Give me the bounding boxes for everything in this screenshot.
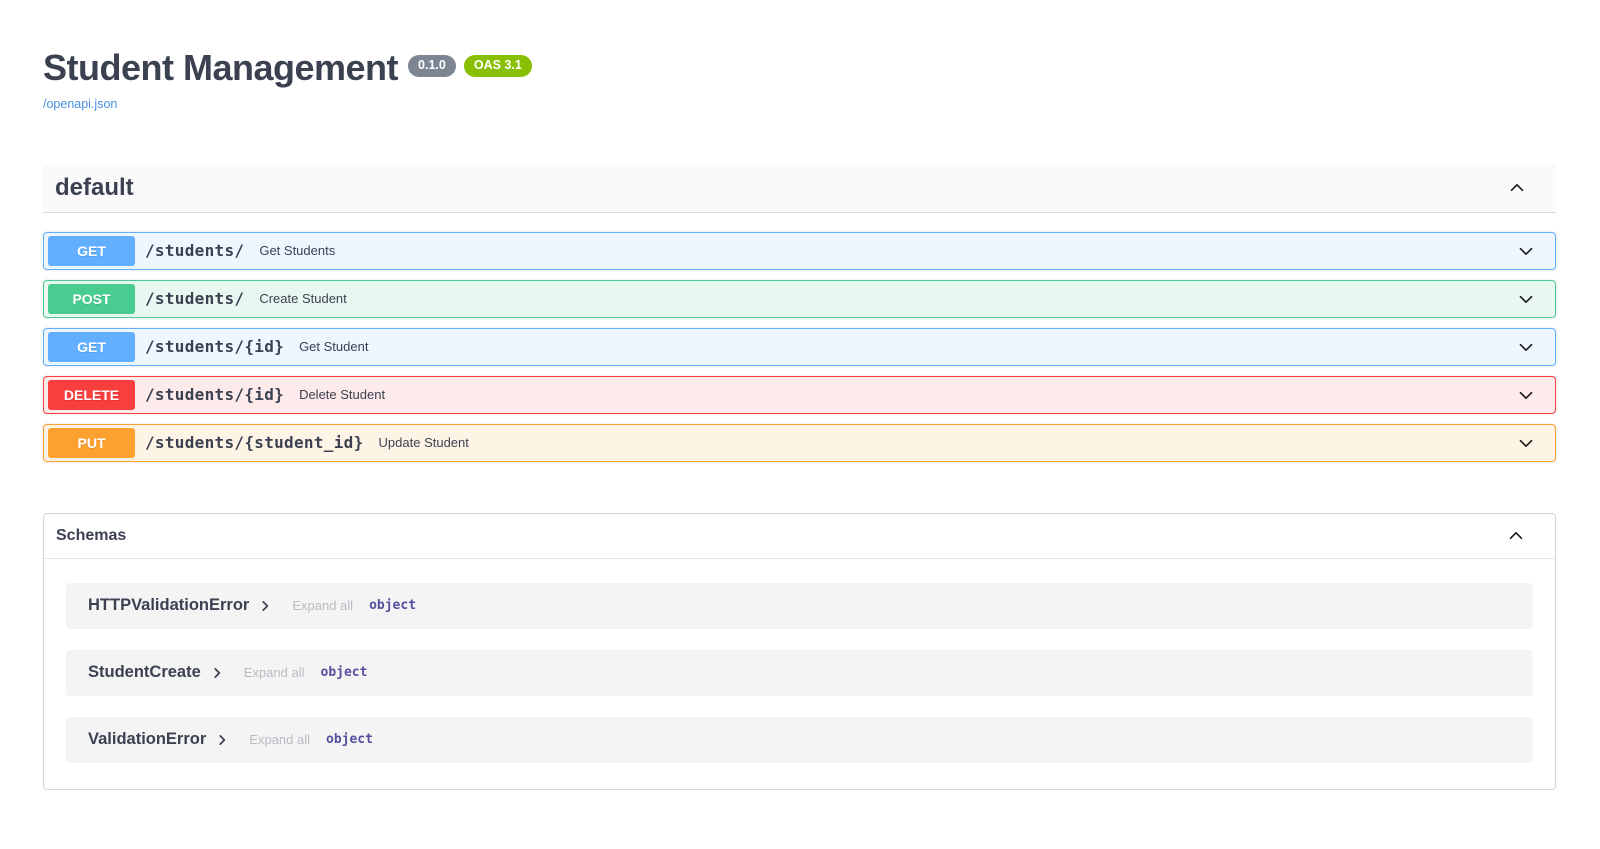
chevron-down-icon <box>1515 240 1537 262</box>
operation-summary: Get Student <box>299 339 369 355</box>
model-toggle-button[interactable]: ValidationError <box>88 730 229 749</box>
schema-model-row: StudentCreate Expand all object <box>66 649 1533 696</box>
schemas-section: Schemas HTTPValidationError Expand all o… <box>43 512 1556 790</box>
http-method-badge: GET <box>48 235 135 266</box>
http-method-badge: GET <box>48 331 135 362</box>
operation-row[interactable]: GET /students/{id} Get Student <box>43 327 1556 366</box>
expand-operation-button[interactable] <box>1511 380 1541 410</box>
tag-title: default <box>55 174 134 202</box>
model-type-label: object <box>326 732 373 748</box>
model-toggle-button[interactable]: StudentCreate <box>88 663 224 682</box>
chevron-right-icon <box>215 733 229 747</box>
http-method-badge: POST <box>48 283 135 314</box>
chevron-down-icon <box>1515 384 1537 406</box>
expand-operation-button[interactable] <box>1511 236 1541 266</box>
chevron-down-icon <box>1515 336 1537 358</box>
schema-model-row: ValidationError Expand all object <box>66 716 1533 763</box>
oas-version-badge: OAS 3.1 <box>463 55 532 77</box>
tag-section-default: default GET /students/ Get Students POST… <box>43 164 1556 462</box>
model-name: ValidationError <box>88 730 207 749</box>
page-title: Student Management <box>43 47 399 88</box>
operation-summary: Delete Student <box>299 387 386 403</box>
operation-summary: Create Student <box>259 291 347 307</box>
model-toggle-button[interactable]: HTTPValidationError <box>88 596 272 615</box>
model-type-label: object <box>320 665 368 681</box>
schema-model-row: HTTPValidationError Expand all object <box>66 582 1533 629</box>
operation-row[interactable]: PUT /students/{student_id} Update Studen… <box>43 423 1556 462</box>
operation-path: /students/{id} <box>145 385 285 405</box>
operation-row[interactable]: DELETE /students/{id} Delete Student <box>43 375 1556 414</box>
chevron-down-icon <box>1515 432 1537 454</box>
swagger-ui-page: Student Management 0.1.0 OAS 3.1 /openap… <box>0 0 1600 830</box>
operation-row[interactable]: POST /students/ Create Student <box>43 279 1556 318</box>
expand-all-button[interactable]: Expand all <box>249 732 310 747</box>
collapse-section-button[interactable] <box>1502 173 1532 203</box>
operation-path: /students/ <box>145 241 245 261</box>
expand-operation-button[interactable] <box>1511 332 1541 362</box>
operation-path: /students/ <box>145 289 245 309</box>
expand-operation-button[interactable] <box>1511 428 1541 458</box>
schemas-title: Schemas <box>56 526 127 544</box>
model-name: HTTPValidationError <box>88 596 250 615</box>
operation-row[interactable]: GET /students/ Get Students <box>43 231 1556 270</box>
chevron-up-icon <box>1505 525 1527 547</box>
http-method-badge: DELETE <box>48 379 135 410</box>
tag-header-default[interactable]: default <box>43 164 1556 213</box>
api-info-header: Student Management 0.1.0 OAS 3.1 <box>43 48 1556 88</box>
chevron-right-icon <box>210 666 224 680</box>
chevron-right-icon <box>258 599 272 613</box>
operation-summary: Get Students <box>259 243 336 259</box>
expand-operation-button[interactable] <box>1511 284 1541 314</box>
models-list: HTTPValidationError Expand all object St… <box>44 559 1555 789</box>
operations-list: GET /students/ Get Students POST /studen… <box>43 213 1556 462</box>
chevron-down-icon <box>1515 288 1537 310</box>
model-name: StudentCreate <box>88 663 201 682</box>
operation-summary: Update Student <box>378 435 469 451</box>
openapi-spec-link[interactable]: /openapi.json <box>43 97 117 111</box>
version-badge: 0.1.0 <box>408 55 456 77</box>
expand-all-button[interactable]: Expand all <box>244 665 305 680</box>
expand-all-button[interactable]: Expand all <box>292 598 353 613</box>
chevron-up-icon <box>1506 177 1528 199</box>
title-badges: 0.1.0 OAS 3.1 <box>408 55 532 77</box>
schemas-header[interactable]: Schemas <box>44 514 1555 559</box>
http-method-badge: PUT <box>48 427 135 458</box>
model-type-label: object <box>369 598 417 614</box>
collapse-schemas-button[interactable] <box>1501 521 1531 551</box>
operation-path: /students/{id} <box>145 337 285 357</box>
operation-path: /students/{student_id} <box>145 433 364 453</box>
